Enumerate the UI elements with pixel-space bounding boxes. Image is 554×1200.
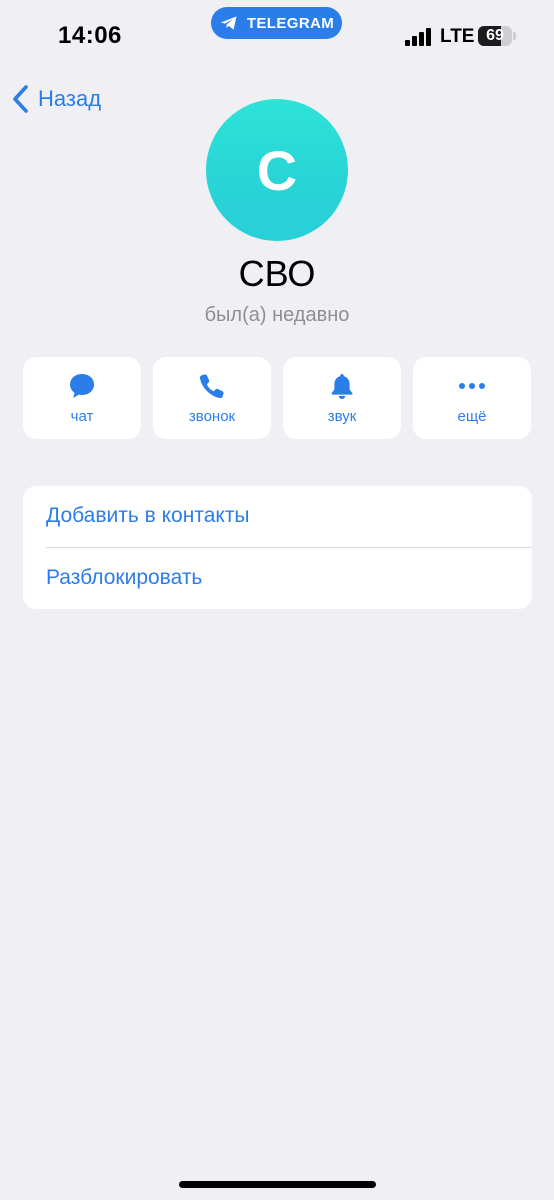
home-indicator[interactable]	[179, 1181, 376, 1188]
bell-icon	[331, 374, 353, 399]
more-button-label: ещё	[457, 408, 487, 425]
add-to-contacts-label: Добавить в контакты	[46, 504, 250, 527]
status-bar: 14:06 TELEGRAM LTE 69	[0, 0, 554, 72]
last-seen-status: был(а) недавно	[204, 304, 350, 326]
more-dots-icon	[459, 383, 485, 389]
avatar-letter: С	[256, 138, 298, 202]
more-button[interactable]: ещё	[413, 357, 531, 439]
chat-button[interactable]: чат	[23, 357, 141, 439]
battery-percent: 69	[486, 27, 504, 44]
telegram-plane-icon	[220, 16, 237, 30]
telegram-return-pill[interactable]: TELEGRAM	[211, 7, 342, 39]
chevron-left-icon	[13, 85, 28, 113]
sound-button-label: звук	[327, 408, 357, 425]
call-button[interactable]: звонок	[153, 357, 271, 439]
app-pill-label: TELEGRAM	[246, 14, 335, 32]
signal-icon	[405, 28, 435, 46]
unblock-label: Разблокировать	[46, 566, 203, 589]
action-buttons: чат звонок звук ещё	[23, 357, 532, 439]
contact-actions-list: Добавить в контакты Разблокировать	[23, 486, 532, 609]
profile-name: СВО	[238, 253, 316, 294]
back-button[interactable]: Назад	[10, 83, 101, 115]
chat-bubble-icon	[70, 374, 94, 398]
phone-icon	[199, 374, 224, 399]
avatar[interactable]: С	[206, 99, 348, 241]
sound-button[interactable]: звук	[283, 357, 401, 439]
status-time: 14:06	[58, 22, 122, 49]
battery-icon: 69	[478, 26, 512, 46]
back-label: Назад	[38, 86, 102, 111]
call-button-label: звонок	[188, 408, 236, 425]
add-to-contacts-item[interactable]: Добавить в контакты	[23, 486, 532, 547]
network-type: LTE	[440, 26, 475, 47]
chat-button-label: чат	[70, 408, 94, 425]
battery-cap	[513, 32, 516, 40]
unblock-item[interactable]: Разблокировать	[23, 548, 532, 609]
